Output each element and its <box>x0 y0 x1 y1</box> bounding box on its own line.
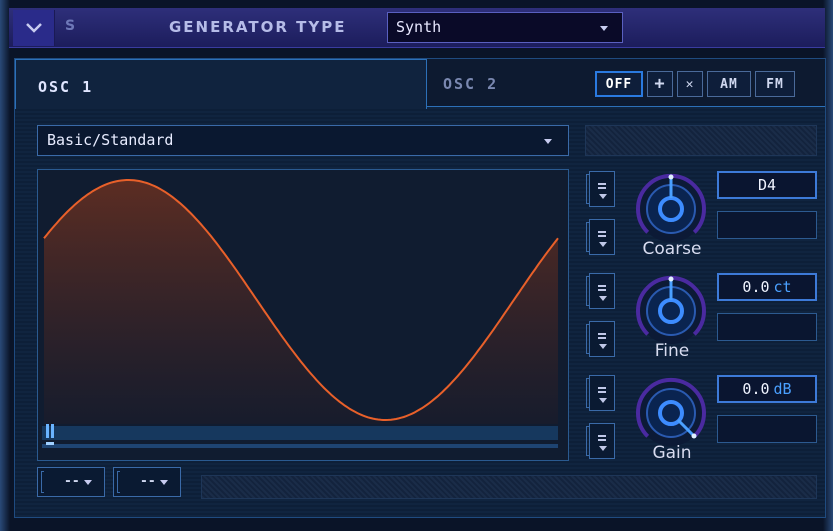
chevron-down-icon <box>84 480 92 485</box>
fine-knob[interactable] <box>631 271 711 351</box>
coarse-mod-slot-2[interactable] <box>586 219 615 255</box>
fine-label: Fine <box>654 341 690 361</box>
end-marker-handle[interactable] <box>51 424 54 438</box>
generator-header: S GENERATOR TYPE Synth <box>9 8 825 48</box>
bottom-selector-1-value: -- <box>64 474 80 489</box>
generator-type-value: Synth <box>396 18 442 36</box>
preset-info-field <box>585 125 817 156</box>
gain-value: 0.0 <box>742 380 770 398</box>
scrub-track-lower <box>42 444 558 448</box>
fine-mod-slot-1[interactable] <box>586 273 615 309</box>
fine-value: 0.0 <box>742 278 770 296</box>
fine-unit: ct <box>773 278 792 296</box>
marker-base <box>46 442 54 445</box>
start-marker-handle[interactable] <box>46 424 49 438</box>
waveform-fill <box>44 180 558 424</box>
coarse-mod-slot-1[interactable] <box>586 171 615 207</box>
coarse-value: D4 <box>757 176 777 194</box>
mode-off-button[interactable]: OFF <box>595 71 643 97</box>
generator-type-label: GENERATOR TYPE <box>169 18 347 36</box>
coarse-mod-amount-field[interactable] <box>717 211 817 239</box>
gain-unit: dB <box>773 380 792 398</box>
chevron-down-icon <box>160 480 168 485</box>
bottom-info-field <box>201 475 817 499</box>
oscillator-panel: OSC 1 OSC 2 OFF + ✕ AM FM Basic/Standard <box>14 58 826 518</box>
coarse-value-field[interactable]: D4 <box>717 171 817 199</box>
tab-osc1[interactable]: OSC 1 <box>15 59 427 109</box>
gain-knob[interactable] <box>631 373 711 453</box>
gain-mod-slot-1[interactable] <box>586 375 615 411</box>
waveform-graph <box>42 179 559 448</box>
gain-value-field[interactable]: 0.0 dB <box>717 375 817 403</box>
slot-label: S <box>65 18 77 34</box>
waveform-preset-select[interactable]: Basic/Standard <box>37 125 569 156</box>
gain-mod-amount-field[interactable] <box>717 415 817 443</box>
bottom-selector-1[interactable]: -- <box>37 467 105 497</box>
scrub-track[interactable] <box>42 426 558 440</box>
coarse-label: Coarse <box>642 239 702 259</box>
coarse-knob[interactable] <box>631 169 711 249</box>
fine-value-field[interactable]: 0.0 ct <box>717 273 817 301</box>
mode-fm-button[interactable]: FM <box>755 71 795 97</box>
fine-mod-slot-2[interactable] <box>586 321 615 357</box>
osc-combine-mode-group: OFF + ✕ AM FM <box>595 71 795 97</box>
fine-mod-amount-field[interactable] <box>717 313 817 341</box>
gain-mod-slot-2[interactable] <box>586 423 615 459</box>
mode-add-button[interactable]: + <box>647 71 673 97</box>
generator-type-select[interactable]: Synth <box>387 12 623 43</box>
waveform-preset-value: Basic/Standard <box>47 131 174 149</box>
chevron-down-icon <box>544 139 552 144</box>
gain-label: Gain <box>652 443 692 463</box>
collapse-button[interactable] <box>13 10 55 46</box>
chevron-down-icon <box>600 26 608 31</box>
mode-am-button[interactable]: AM <box>707 71 751 97</box>
tab-osc1-label: OSC 1 <box>38 78 94 96</box>
bottom-selector-2-value: -- <box>140 474 156 489</box>
tab-osc2-label: OSC 2 <box>443 75 499 93</box>
bottom-selector-2[interactable]: -- <box>113 467 181 497</box>
mode-multiply-button[interactable]: ✕ <box>677 71 703 97</box>
waveform-display[interactable] <box>37 169 569 461</box>
chevron-down-icon <box>25 23 42 33</box>
